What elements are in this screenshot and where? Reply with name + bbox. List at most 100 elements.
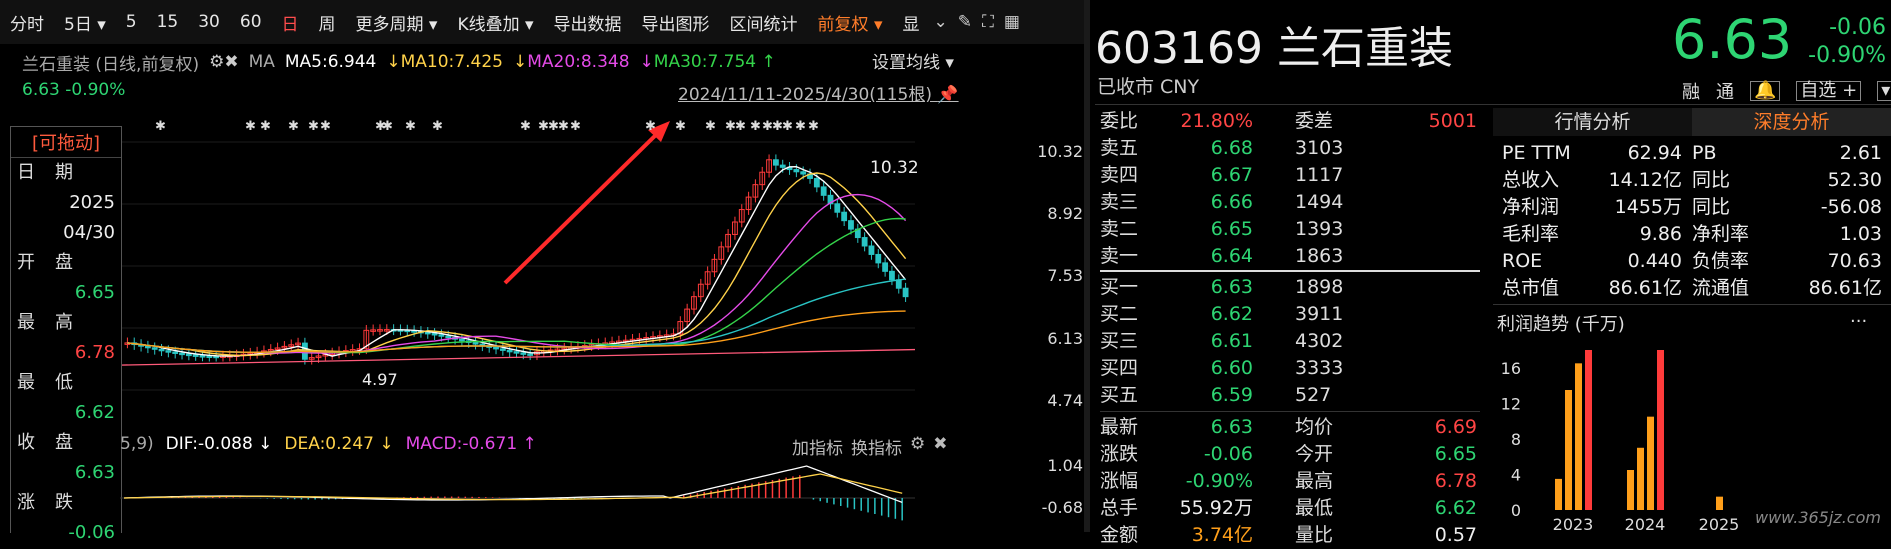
ohlc-info-panel[interactable]: [可拖动] 日期 2025 04/30 开盘 6.65 最高 6.78 最低 6.62 收盘 6.6… — [10, 126, 122, 543]
event-marker[interactable]: ✱ — [155, 119, 166, 134]
gear-icon[interactable]: ⚙ — [910, 434, 925, 459]
bid-row[interactable]: 买五 6.59 527 — [1100, 382, 1480, 409]
bid-row[interactable]: 买一 6.63 1898 — [1100, 274, 1480, 301]
event-marker[interactable]: ✱ — [795, 119, 806, 134]
brush-icon[interactable]: ✎ — [958, 12, 972, 32]
info-row: -0.06 — [11, 518, 121, 548]
candle-body — [520, 352, 527, 355]
candle-body — [499, 348, 506, 351]
event-marker[interactable]: ✱ — [558, 119, 569, 134]
ma5-value: MA5:6.944 — [284, 52, 377, 72]
toolbar-item[interactable]: 15 — [147, 12, 189, 32]
event-marker[interactable]: ✱ — [288, 119, 299, 134]
toolbar-item[interactable]: 导出数据 — [544, 10, 632, 35]
macd-chart[interactable] — [120, 458, 1035, 532]
quote-actions: 融 通 🔔 自选 + ▾ — [1682, 78, 1891, 104]
ask-row[interactable]: 卖一 6.64 1863 — [1100, 243, 1480, 270]
ask-row[interactable]: 卖四 6.67 1117 — [1100, 162, 1480, 189]
margin-button[interactable]: 融 — [1682, 78, 1700, 104]
toolbar-item[interactable]: 区间统计 — [720, 10, 808, 35]
bell-icon[interactable]: 🔔 — [1750, 81, 1781, 101]
event-marker[interactable]: ✱ — [735, 119, 746, 134]
event-marker[interactable]: ✱ — [570, 119, 581, 134]
event-marker[interactable]: ✱ — [645, 119, 656, 134]
settings-icon[interactable]: ⚙✖ — [209, 52, 238, 72]
candle-body — [813, 177, 820, 188]
price-tick: 4.74 — [1047, 391, 1083, 410]
more-button[interactable]: ... — [1850, 306, 1867, 327]
tab-market-analysis[interactable]: 行情分析 — [1493, 108, 1692, 136]
toolbar-item[interactable]: 周 — [309, 10, 346, 35]
profit-xtick: 2025 — [1699, 515, 1740, 532]
analysis-tabs: 行情分析 深度分析 — [1493, 108, 1891, 136]
fullscreen-icon[interactable]: ⛶ — [982, 12, 994, 32]
set-ma-button[interactable]: 设置均线 ▾ — [872, 48, 954, 73]
bid-label: 买一 — [1100, 276, 1139, 298]
last-price: 6.63 — [1672, 8, 1793, 71]
event-marker[interactable]: ✱ — [782, 119, 793, 134]
candle-body — [206, 355, 213, 358]
toolbar-item[interactable]: 导出图形 — [632, 10, 720, 35]
toolbar-item[interactable]: 前复权 ▾ — [808, 10, 893, 35]
date-range[interactable]: 2024/11/11-2025/4/30(115根) 📌 — [678, 80, 959, 105]
event-marker[interactable]: ✱ — [308, 119, 319, 134]
fundamental-value: 86.61亿 — [1808, 277, 1882, 299]
stat-value: 6.62 — [1434, 497, 1477, 519]
bid-label: 买五 — [1100, 384, 1139, 406]
info-row: 6.78 — [11, 338, 121, 368]
ask-row[interactable]: 卖五 6.68 3103 — [1100, 135, 1480, 162]
candle-body — [199, 355, 206, 358]
toolbar-item[interactable]: 更多周期 ▾ — [346, 10, 448, 35]
fundamental-label: ROE — [1502, 250, 1543, 272]
candle-body — [424, 331, 431, 335]
toolbar-item[interactable]: 30 — [188, 12, 230, 32]
dropdown-icon[interactable]: ▾ — [1877, 81, 1891, 101]
bid-row[interactable]: 买四 6.60 3333 — [1100, 355, 1480, 382]
add-indicator-button[interactable]: 加指标 — [792, 434, 843, 459]
event-marker[interactable]: ✱ — [705, 119, 716, 134]
price-tick: 10.32 — [1037, 142, 1083, 161]
bid-volume: 1898 — [1295, 276, 1344, 298]
toolbar-item[interactable]: 显 — [892, 10, 929, 35]
bid-volume: 4302 — [1295, 330, 1344, 352]
chart-change-line: 6.63 -0.90% — [22, 80, 126, 100]
info-row: 2025 — [11, 188, 121, 218]
bid-row[interactable]: 买二 6.62 3911 — [1100, 301, 1480, 328]
event-marker[interactable]: ✱ — [750, 119, 761, 134]
add-watchlist-button[interactable]: 自选 + — [1796, 81, 1862, 101]
event-marker[interactable]: ✱ — [432, 119, 443, 134]
bid-row[interactable]: 买三 6.61 4302 — [1100, 328, 1480, 355]
event-marker[interactable]: ✱ — [245, 119, 256, 134]
toolbar-item[interactable]: 5 — [116, 12, 147, 32]
profit-ytick: 0 — [1511, 501, 1521, 520]
close-icon[interactable]: ✖ — [933, 434, 947, 459]
ask-row[interactable]: 卖三 6.66 1494 — [1100, 189, 1480, 216]
event-marker[interactable]: ✱ — [675, 119, 686, 134]
event-marker[interactable]: ✱ — [520, 119, 531, 134]
event-marker[interactable]: ✱ — [320, 119, 331, 134]
drag-handle[interactable]: [可拖动] — [11, 127, 121, 158]
price-tick: 8.92 — [1047, 204, 1083, 223]
candle-body — [868, 245, 875, 255]
toolbar-item[interactable]: 日 — [272, 10, 309, 35]
grid-icon[interactable]: ▦ — [1004, 12, 1020, 32]
event-marker[interactable]: ✱ — [405, 119, 416, 134]
connect-button[interactable]: 通 — [1716, 78, 1734, 104]
event-marker[interactable]: ✱ — [808, 119, 819, 134]
event-marker[interactable]: ✱ — [382, 119, 393, 134]
stat-label: 量比 — [1295, 524, 1334, 546]
ask-row[interactable]: 卖二 6.65 1393 — [1100, 216, 1480, 243]
toolbar-item[interactable]: 60 — [230, 12, 272, 32]
pin-icon[interactable]: 📌 — [937, 85, 958, 105]
toolbar-item[interactable]: 5日 ▾ — [54, 10, 116, 35]
chevron-down-icon[interactable]: ⌄ — [933, 12, 947, 32]
fundamental-label: 同比 — [1692, 169, 1731, 191]
toolbar-item[interactable]: K线叠加 ▾ — [447, 10, 543, 35]
ask-price: 6.65 — [1210, 218, 1253, 240]
toolbar-item[interactable]: 分时 — [0, 10, 54, 35]
swap-indicator-button[interactable]: 换指标 — [851, 434, 902, 459]
event-marker[interactable]: ✱ — [260, 119, 271, 134]
tab-deep-analysis[interactable]: 深度分析 — [1692, 108, 1891, 136]
dea-value: DEA:0.247 ↓ — [284, 434, 394, 454]
dif-value: DIF:-0.088 ↓ — [165, 434, 273, 454]
